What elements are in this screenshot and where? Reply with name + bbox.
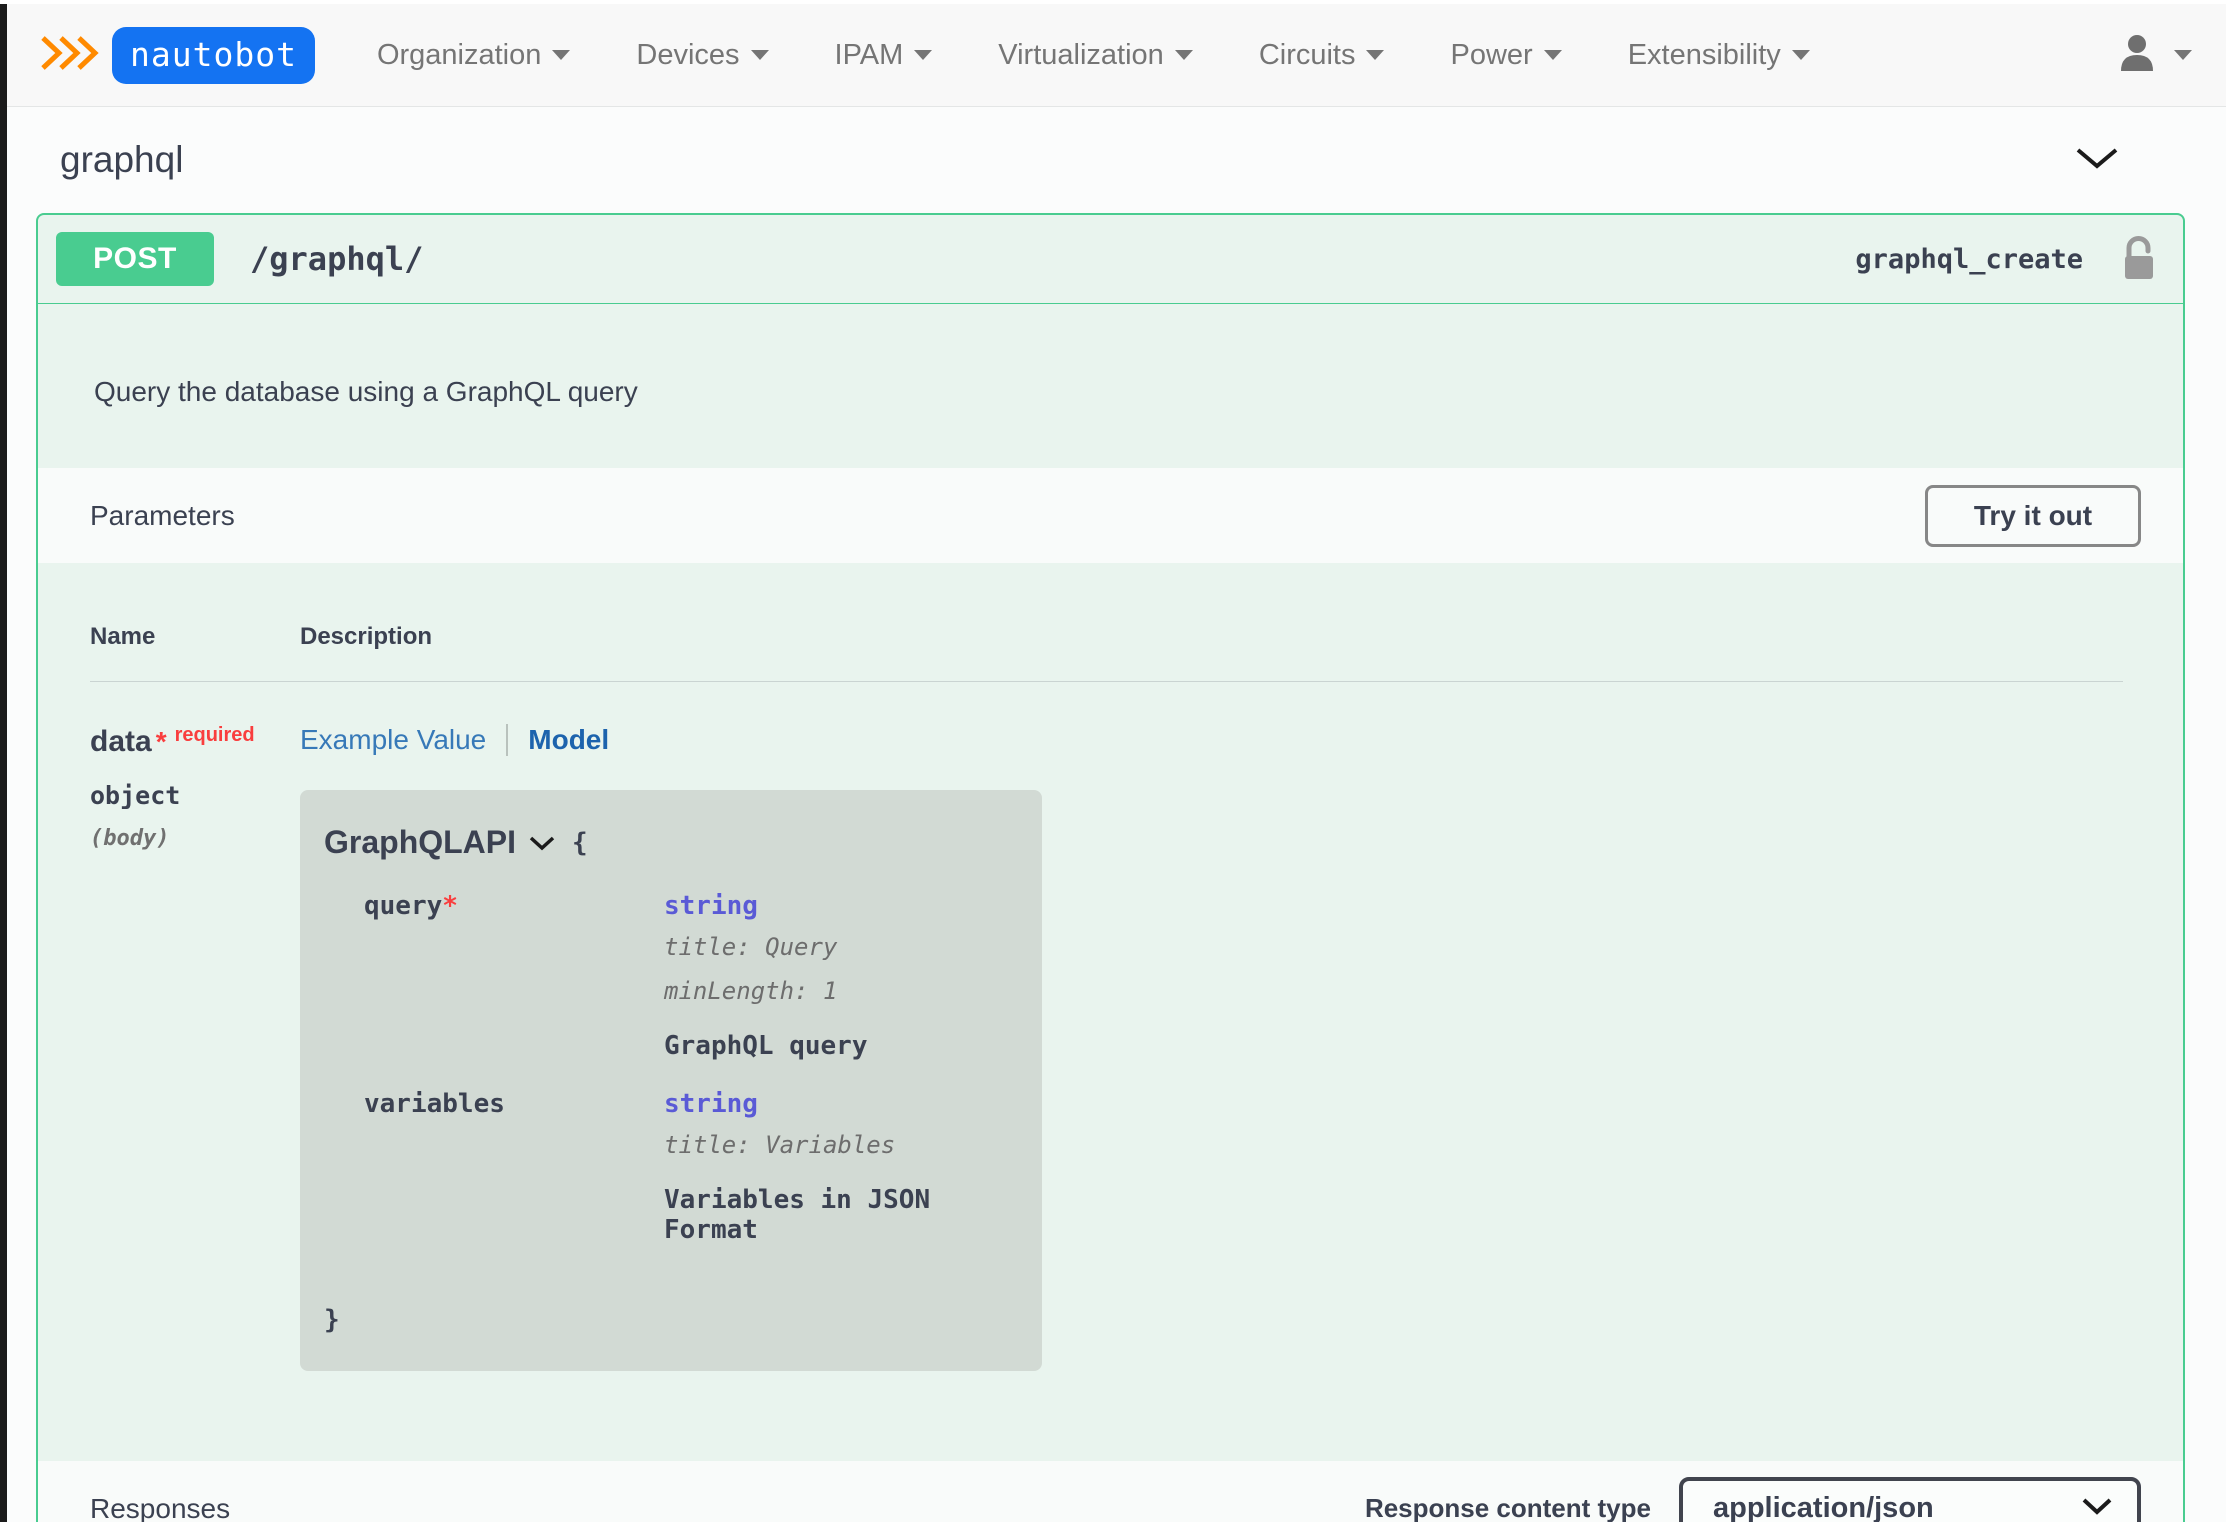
caret-down-icon xyxy=(914,50,933,60)
select-chevron-down-icon xyxy=(2081,1496,2113,1521)
parameters-table-head: Name Description xyxy=(90,623,2123,651)
api-section-header: graphql xyxy=(0,107,2226,213)
nav-label: Devices xyxy=(636,38,740,71)
nav-label: Virtualization xyxy=(998,38,1164,71)
param-meta: data * required object (body) xyxy=(90,724,300,1371)
prop-attr: minLength: 1 xyxy=(664,977,838,1005)
prop-detail: string title: Query minLength: 1 GraphQL… xyxy=(664,891,1012,1061)
nav-item-devices[interactable]: Devices xyxy=(636,38,769,72)
prop-type: string xyxy=(664,1089,758,1119)
param-type: object xyxy=(90,781,181,810)
nav-item-power[interactable]: Power xyxy=(1450,38,1562,72)
tab-model[interactable]: Model xyxy=(528,724,609,756)
operation-id: graphql_create xyxy=(1855,243,2083,275)
nav-label: Power xyxy=(1450,38,1533,71)
parameters-title: Parameters xyxy=(90,499,235,531)
prop-description: Variables in JSON Format xyxy=(664,1185,931,1245)
caret-down-icon xyxy=(2174,50,2192,60)
param-name: data xyxy=(90,725,152,758)
tab-separator xyxy=(506,724,509,756)
close-brace: } xyxy=(324,1305,340,1335)
user-menu[interactable] xyxy=(2116,31,2192,80)
model-collapse-chevron-icon[interactable] xyxy=(528,834,556,852)
parameters-body: Name Description data * required object (b… xyxy=(38,563,2183,1461)
prop-name: variables xyxy=(364,1089,505,1119)
model-box: GraphQLAPI { query* string title: Query xyxy=(300,790,1042,1371)
nautobot-brand[interactable]: nautobot xyxy=(40,26,315,84)
param-row-data: data * required object (body) Example Valu… xyxy=(90,724,2123,1371)
column-header-description: Description xyxy=(300,623,433,650)
main-nav: Organization Devices IPAM Virtualization… xyxy=(377,39,1810,72)
response-content-type-label: Response content type xyxy=(1364,1493,1651,1522)
nav-item-virtualization[interactable]: Virtualization xyxy=(998,39,1193,72)
prop-description: GraphQL query xyxy=(664,1031,868,1061)
nav-item-circuits[interactable]: Circuits xyxy=(1259,39,1385,72)
caret-down-icon xyxy=(1543,50,1562,60)
logo-triple-chevron-icon xyxy=(40,31,102,80)
window-left-edge xyxy=(0,4,7,1522)
unlocked-padlock-icon[interactable] xyxy=(2121,236,2157,282)
nav-label: Circuits xyxy=(1258,38,1356,71)
prop-type: string xyxy=(664,891,758,921)
schema-tabs: Example Value Model xyxy=(300,724,2123,756)
open-brace: { xyxy=(572,827,588,858)
nav-label: IPAM xyxy=(834,38,904,71)
opblock-post-graphql: POST /graphql/ graphql_create Query the … xyxy=(36,213,2185,1522)
response-content-type-group: Response content type application/json xyxy=(1364,1476,2141,1522)
nautobot-logo[interactable]: nautobot xyxy=(112,26,315,84)
required-asterisk: * xyxy=(442,891,458,921)
prop-detail: string title: Variables Variables in JSO… xyxy=(664,1089,1012,1245)
model-prop-variables: variables string title: Variables Variab… xyxy=(364,1089,1012,1245)
endpoint-path: /graphql/ xyxy=(250,240,424,278)
model-title-row: GraphQLAPI { xyxy=(324,824,1012,861)
page-title: graphql xyxy=(60,139,184,180)
response-content-type-select[interactable]: application/json xyxy=(1679,1476,2141,1522)
prop-attr: title: Query xyxy=(664,933,838,961)
try-it-out-button[interactable]: Try it out xyxy=(1925,484,2141,547)
selected-content-type: application/json xyxy=(1713,1492,1934,1522)
tab-example-value[interactable]: Example Value xyxy=(300,724,486,756)
caret-down-icon xyxy=(552,50,571,60)
table-divider xyxy=(90,681,2123,682)
required-asterisk: * xyxy=(155,726,167,757)
section-collapse-chevron-icon[interactable] xyxy=(2074,144,2120,177)
prop-attr: title: Variables xyxy=(664,1131,896,1159)
caret-down-icon xyxy=(750,50,769,60)
caret-down-icon xyxy=(1791,50,1810,60)
parameters-bar: Parameters Try it out xyxy=(38,468,2183,563)
method-badge: POST xyxy=(56,232,214,286)
param-schema: Example Value Model GraphQLAPI {query* … xyxy=(300,724,2123,1371)
nav-label: Extensibility xyxy=(1627,38,1781,71)
model-title: GraphQLAPI xyxy=(324,824,517,860)
model-prop-query: query* string title: Query minLength: 1 … xyxy=(364,891,1012,1061)
nav-item-extensibility[interactable]: Extensibility xyxy=(1628,39,1810,72)
responses-bar: Responses Response content type applicat… xyxy=(38,1461,2183,1522)
nav-item-organization[interactable]: Organization xyxy=(376,38,571,72)
user-icon xyxy=(2116,31,2158,80)
required-label: required xyxy=(174,724,255,746)
opblock-header[interactable]: POST /graphql/ graphql_create xyxy=(38,215,2183,304)
prop-name: query* xyxy=(364,891,458,921)
navbar: nautobot Organization Devices IPAM Virtu… xyxy=(0,0,2226,107)
responses-title: Responses xyxy=(90,1492,231,1522)
nav-label: Organization xyxy=(376,38,542,71)
caret-down-icon xyxy=(1174,50,1193,60)
nav-item-ipam[interactable]: IPAM xyxy=(835,39,933,72)
caret-down-icon xyxy=(1366,50,1385,60)
column-header-name: Name xyxy=(90,623,156,650)
param-location: (body) xyxy=(90,826,170,851)
operation-description: Query the database using a GraphQL query xyxy=(94,376,638,407)
